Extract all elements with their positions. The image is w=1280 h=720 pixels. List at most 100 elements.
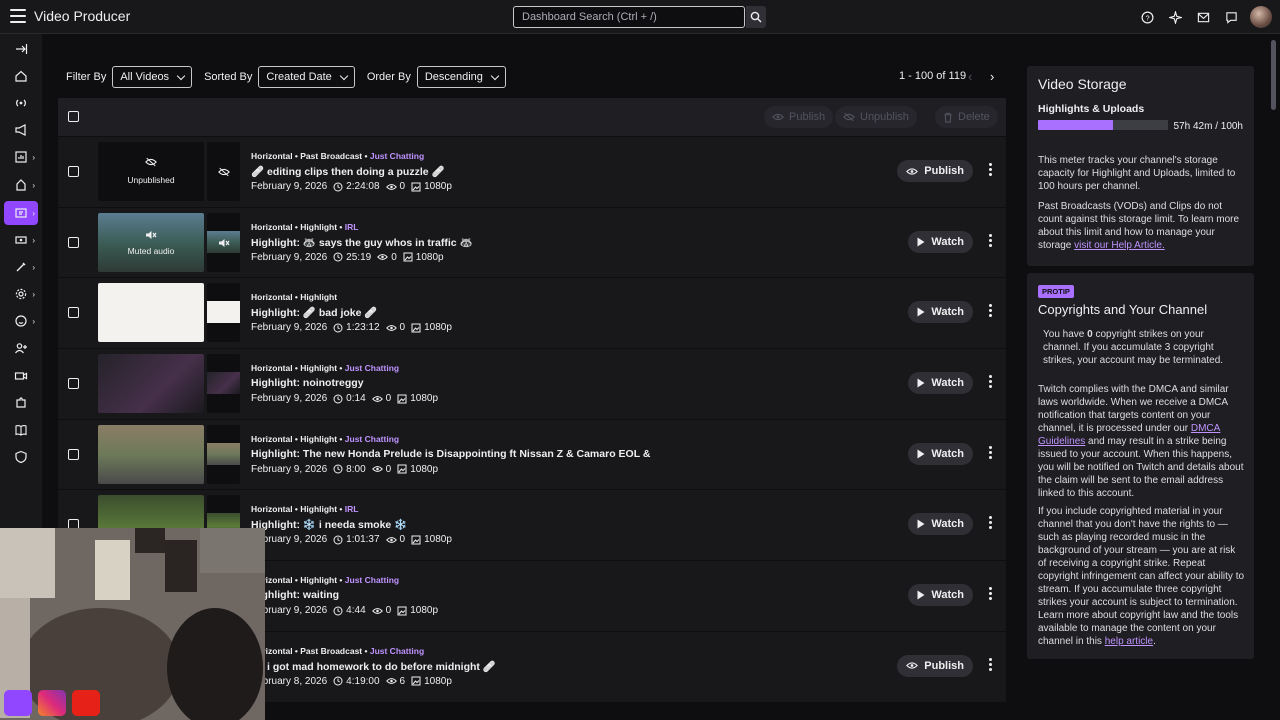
video-quality: 1080p bbox=[410, 393, 439, 405]
prev-page-icon[interactable]: ‹ bbox=[968, 69, 972, 84]
resolution-icon bbox=[411, 323, 421, 333]
copyright-help-link[interactable]: help article bbox=[1105, 636, 1153, 647]
more-options-icon[interactable] bbox=[988, 304, 992, 318]
community-icon[interactable]: › bbox=[4, 173, 38, 197]
menu-icon[interactable] bbox=[8, 6, 28, 26]
video-category[interactable]: Just Chatting bbox=[370, 646, 424, 656]
storage-desc-2: Past Broadcasts (VODs) and Clips do not … bbox=[1038, 201, 1240, 251]
row-checkbox[interactable] bbox=[68, 378, 79, 390]
video-category[interactable]: Just Chatting bbox=[345, 575, 399, 585]
bulk-unpublish-button[interactable]: Unpublish bbox=[835, 106, 917, 128]
roles-icon[interactable] bbox=[4, 336, 38, 360]
extensions-icon[interactable] bbox=[4, 391, 38, 415]
video-title[interactable]: Highlight: 🩹 bad joke 🩹 bbox=[251, 306, 377, 319]
help-article-link[interactable]: visit our Help Article. bbox=[1074, 240, 1165, 251]
row-checkbox[interactable] bbox=[68, 307, 79, 319]
more-options-icon[interactable] bbox=[988, 375, 992, 389]
eye-icon bbox=[906, 662, 919, 669]
more-options-icon[interactable] bbox=[988, 163, 992, 176]
video-thumbnail[interactable]: Unpublished bbox=[98, 142, 204, 201]
watch-button[interactable]: Watch bbox=[908, 230, 973, 253]
monetization-icon[interactable]: › bbox=[4, 228, 38, 252]
video-title[interactable]: Highlight: ❄️ i needa smoke ❄️ bbox=[251, 518, 407, 531]
watch-button[interactable]: Watch bbox=[908, 301, 973, 324]
help-icon[interactable]: ? bbox=[1138, 8, 1156, 26]
watch-button[interactable]: Watch bbox=[908, 372, 973, 395]
video-type: Horizontal • Highlight • bbox=[251, 221, 345, 232]
watch-button[interactable]: Watch bbox=[908, 584, 973, 607]
video-meta: Horizontal • Highlight • IRL bbox=[251, 222, 358, 232]
creator-tools-icon[interactable]: › bbox=[4, 255, 38, 279]
stream-icon[interactable] bbox=[4, 91, 38, 115]
video-info: February 9, 2026 0:14 0 1080p bbox=[251, 393, 438, 404]
video-category[interactable]: Just Chatting bbox=[370, 151, 424, 161]
video-category[interactable]: IRL bbox=[345, 222, 359, 232]
watch-button[interactable]: Watch bbox=[908, 513, 973, 536]
more-options-icon[interactable] bbox=[988, 233, 992, 247]
views-icon bbox=[385, 537, 397, 543]
video-category[interactable]: Just Chatting bbox=[345, 434, 399, 444]
video-title[interactable]: 🩹 editing clips then doing a puzzle 🩹 bbox=[251, 165, 445, 178]
row-checkbox[interactable] bbox=[68, 448, 79, 460]
storage-desc-1: This meter tracks your channel's storage… bbox=[1038, 155, 1236, 192]
select-all-checkbox[interactable] bbox=[68, 111, 79, 122]
home-icon[interactable] bbox=[4, 64, 38, 88]
next-page-icon[interactable]: › bbox=[990, 69, 994, 84]
eye-icon bbox=[906, 167, 919, 175]
more-options-icon[interactable] bbox=[988, 516, 992, 530]
analytics-icon[interactable]: › bbox=[4, 145, 38, 169]
table-row: Horizontal • Highlight • Just Chatting H… bbox=[58, 418, 1006, 490]
promote-icon[interactable] bbox=[4, 118, 38, 142]
camera-icon[interactable] bbox=[4, 364, 38, 388]
video-thumbnail[interactable]: Muted audio bbox=[98, 212, 204, 272]
row-checkbox[interactable] bbox=[68, 236, 79, 248]
bulk-delete-button[interactable]: Delete bbox=[935, 106, 998, 128]
video-thumbnail-preview bbox=[207, 354, 240, 414]
emotes-icon[interactable]: › bbox=[4, 309, 38, 333]
search-button[interactable] bbox=[746, 6, 766, 28]
video-quality: 1080p bbox=[410, 463, 439, 475]
bulk-publish-button[interactable]: Publish bbox=[764, 106, 834, 128]
watch-button[interactable]: Watch bbox=[908, 442, 973, 465]
publish-button[interactable]: Publish bbox=[897, 160, 973, 182]
publish-button[interactable]: Publish bbox=[897, 654, 973, 677]
video-title[interactable]: 🩹 i got mad homework to do before midnig… bbox=[251, 660, 496, 673]
video-date: February 9, 2026 bbox=[251, 251, 328, 263]
safety-icon[interactable] bbox=[4, 445, 38, 469]
search-input[interactable]: Dashboard Search (Ctrl + /) bbox=[513, 6, 745, 28]
video-thumbnail[interactable] bbox=[98, 424, 204, 484]
filter-select[interactable]: All Videos bbox=[112, 66, 193, 88]
content-icon[interactable]: › bbox=[4, 201, 38, 225]
more-options-icon[interactable] bbox=[988, 657, 992, 671]
row-checkbox[interactable] bbox=[68, 166, 79, 177]
video-category[interactable]: IRL bbox=[345, 504, 359, 514]
collapse-nav-icon[interactable] bbox=[4, 37, 38, 61]
table-row: Unpublished Horizontal • Past Broadcast … bbox=[58, 136, 1006, 207]
filter-bar: Filter By All Videos Sorted By Created D… bbox=[62, 66, 506, 88]
video-thumbnail[interactable] bbox=[98, 283, 204, 343]
table-row: Horizontal • Highlight • Just Chatting H… bbox=[58, 348, 1006, 419]
video-title[interactable]: Highlight: noinotreggy bbox=[251, 377, 364, 389]
video-title[interactable]: Highlight: 🦝 says the guy whos in traffi… bbox=[251, 236, 473, 249]
filter-by-label: Filter By bbox=[66, 71, 107, 83]
sort-select[interactable]: Created Date bbox=[258, 66, 355, 88]
video-meta: Horizontal • Highlight • Just Chatting bbox=[251, 575, 399, 585]
avatar[interactable] bbox=[1250, 6, 1272, 28]
book-icon[interactable] bbox=[4, 418, 38, 442]
whispers-icon[interactable] bbox=[1222, 8, 1240, 26]
more-options-icon[interactable] bbox=[988, 587, 992, 601]
video-type: Horizontal • Highlight • bbox=[251, 433, 345, 444]
copyright-dmca-text: Twitch complies with the DMCA and simila… bbox=[1038, 384, 1244, 499]
inbox-icon[interactable] bbox=[1194, 8, 1212, 26]
video-date: February 9, 2026 bbox=[251, 181, 328, 192]
order-select[interactable]: Descending bbox=[416, 66, 506, 88]
video-thumbnail[interactable] bbox=[98, 354, 204, 414]
muted-icon bbox=[219, 238, 230, 247]
table-header: Publish Unpublish Delete bbox=[58, 98, 1006, 136]
video-category[interactable]: Just Chatting bbox=[345, 363, 399, 373]
video-title[interactable]: Highlight: The new Honda Prelude is Disa… bbox=[251, 448, 650, 460]
page-scrollbar[interactable] bbox=[1271, 40, 1276, 110]
settings-icon[interactable]: › bbox=[4, 282, 38, 306]
sparkle-icon[interactable] bbox=[1166, 8, 1184, 26]
more-options-icon[interactable] bbox=[988, 445, 992, 459]
